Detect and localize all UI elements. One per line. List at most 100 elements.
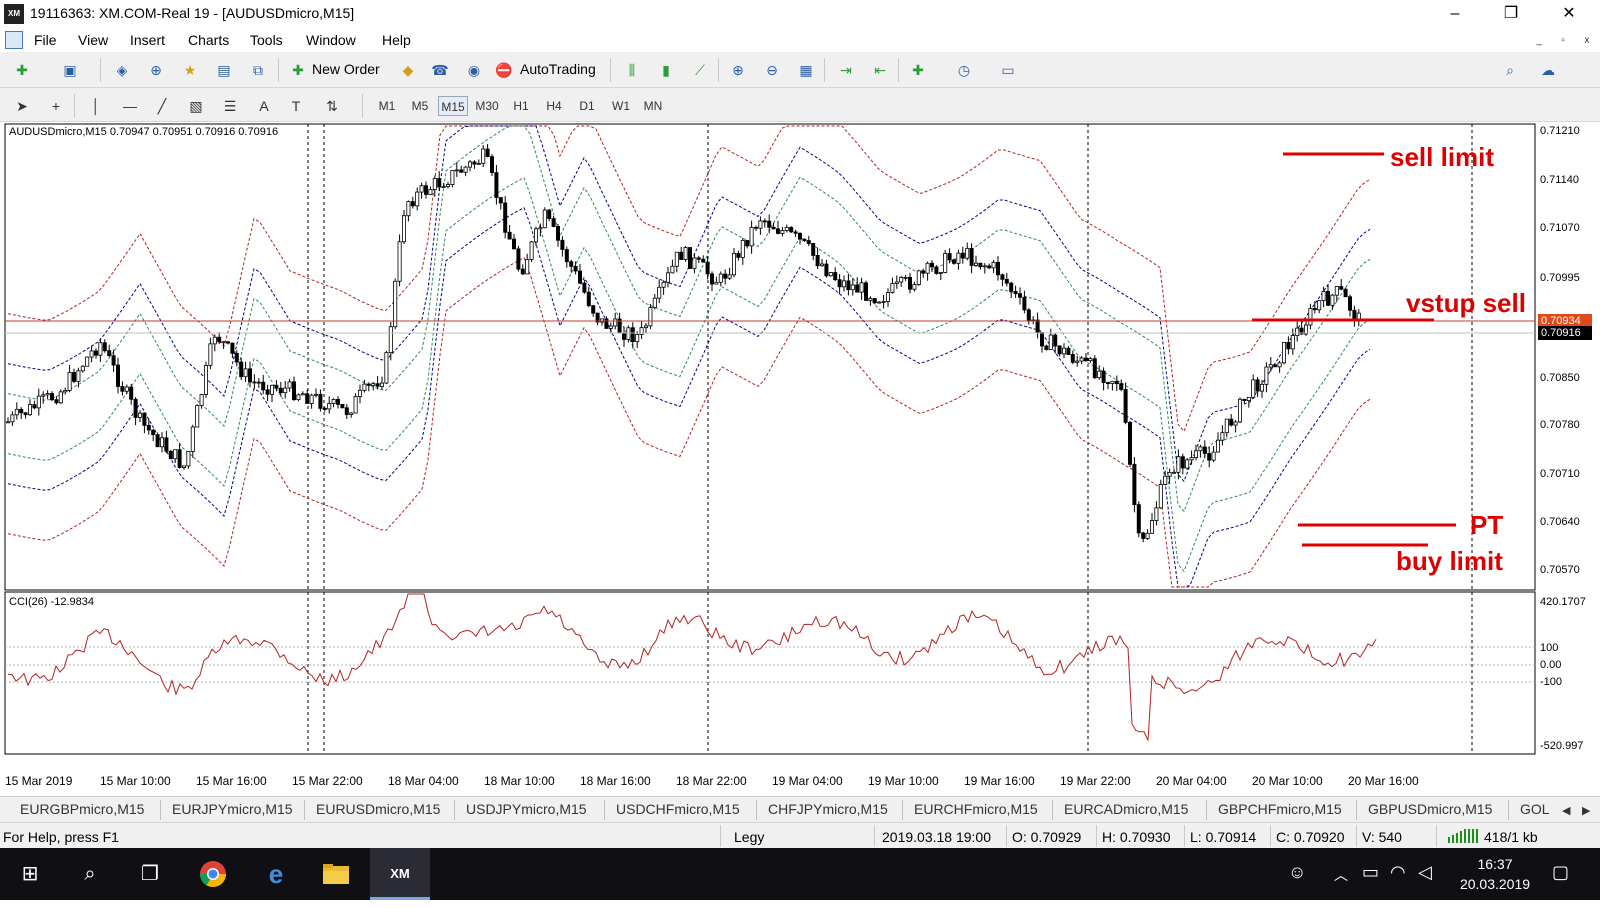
volume-icon[interactable]: ◁: [1418, 862, 1432, 883]
strategy-tester-button[interactable]: ⧉: [246, 60, 270, 80]
search-taskbar-button[interactable]: ⌕: [60, 848, 120, 900]
candle-body: [1330, 294, 1335, 306]
templates-button[interactable]: ▭: [996, 60, 1020, 80]
task-view-button[interactable]: ❐: [120, 848, 180, 900]
explorer-taskbar-button[interactable]: [306, 848, 366, 900]
tab-usdchf[interactable]: USDCHFmicro,M15: [616, 801, 740, 817]
tab-eurgbp[interactable]: EURGBPmicro,M15: [20, 801, 144, 817]
bar-chart-button[interactable]: ⫼: [620, 60, 644, 80]
arrows-button[interactable]: ⇅: [320, 96, 344, 116]
text-button[interactable]: A: [252, 96, 276, 116]
tab-gold[interactable]: GOL: [1520, 801, 1550, 817]
document-icon[interactable]: [5, 31, 23, 49]
tab-gbpchf[interactable]: GBPCHFmicro,M15: [1218, 801, 1342, 817]
notifications-icon[interactable]: ▢: [1552, 862, 1569, 883]
xm-taskbar-button[interactable]: XM: [370, 848, 430, 900]
menu-tools[interactable]: Tools: [250, 32, 283, 48]
navigator-button[interactable]: ★: [178, 60, 202, 80]
menu-charts[interactable]: Charts: [188, 32, 229, 48]
edge-taskbar-button[interactable]: e: [246, 848, 306, 900]
tab-eurcad[interactable]: EURCADmicro,M15: [1064, 801, 1188, 817]
maximize-button[interactable]: ❐: [1488, 2, 1534, 26]
minimize-button[interactable]: –: [1432, 2, 1478, 26]
tf-m15[interactable]: M15: [438, 96, 468, 116]
clock-time[interactable]: 16:37: [1450, 856, 1540, 872]
candle-body: [1326, 291, 1331, 306]
mdi-minimize-button[interactable]: _: [1530, 33, 1548, 49]
tab-chfjpy[interactable]: CHFJPYmicro,M15: [768, 801, 888, 817]
tile-windows-button[interactable]: ▦: [794, 60, 818, 80]
tf-m1[interactable]: M1: [372, 96, 402, 116]
tab-eurchf[interactable]: EURCHFmicro,M15: [914, 801, 1038, 817]
tf-h4[interactable]: H4: [539, 96, 569, 116]
candle-body: [375, 383, 380, 387]
close-button[interactable]: ✕: [1546, 2, 1592, 26]
metaeditor-button[interactable]: ◆: [396, 60, 420, 80]
menu-window[interactable]: Window: [306, 32, 356, 48]
price-chart[interactable]: [0, 122, 1600, 796]
upper-band-blue: [7, 125, 1371, 483]
candle-body: [362, 383, 367, 391]
time-axis-label: 18 Mar 04:00: [388, 774, 459, 788]
mdi-close-button[interactable]: x: [1578, 33, 1596, 49]
search-button[interactable]: ⌕: [1498, 60, 1522, 80]
chrome-taskbar-button[interactable]: [183, 848, 243, 900]
tf-m5[interactable]: M5: [405, 96, 435, 116]
start-button[interactable]: ⊞: [0, 848, 60, 900]
chat-button[interactable]: ☁: [1536, 60, 1560, 80]
autotrading-button[interactable]: AutoTrading: [520, 61, 596, 77]
menu-file[interactable]: File: [34, 32, 57, 48]
zoom-out-button[interactable]: ⊖: [760, 60, 784, 80]
crosshair-button[interactable]: +: [44, 96, 68, 116]
auto-scroll-button[interactable]: ⇥: [834, 60, 858, 80]
tab-scroll-left-icon[interactable]: ◀: [1562, 804, 1570, 817]
tab-usdjpy[interactable]: USDJPYmicro,M15: [466, 801, 587, 817]
signals-button[interactable]: ◉: [462, 60, 486, 80]
tab-eurjpy[interactable]: EURJPYmicro,M15: [172, 801, 293, 817]
candle-body: [503, 202, 508, 233]
candle-body: [256, 381, 261, 384]
menu-view[interactable]: View: [78, 32, 108, 48]
community-button[interactable]: ☎: [428, 60, 452, 80]
chart-shift-button[interactable]: ⇤: [868, 60, 892, 80]
mdi-restore-button[interactable]: ▫: [1554, 33, 1572, 49]
market-watch-button[interactable]: ◈: [110, 60, 134, 80]
new-order-button[interactable]: New Order: [312, 61, 380, 77]
new-chart-button[interactable]: ✚: [10, 60, 34, 80]
candle-body: [916, 270, 921, 285]
tf-d1[interactable]: D1: [572, 96, 602, 116]
horizontal-line-button[interactable]: —: [118, 96, 142, 116]
line-chart-button[interactable]: ⟋: [688, 60, 712, 80]
cursor-button[interactable]: ➤: [10, 96, 34, 116]
menu-help[interactable]: Help: [382, 32, 411, 48]
text-label-button[interactable]: T: [284, 96, 308, 116]
wifi-icon[interactable]: ◠: [1390, 862, 1406, 883]
tab-scroll-right-icon[interactable]: ▶: [1582, 804, 1590, 817]
tray-chevron-icon[interactable]: ︿: [1334, 865, 1348, 885]
channel-button[interactable]: ▧: [184, 96, 208, 116]
battery-icon[interactable]: ▭: [1362, 862, 1379, 883]
chart-window[interactable]: AUDUSDmicro,M15 0.70947 0.70951 0.70916 …: [0, 122, 1600, 796]
tab-gbpusd[interactable]: GBPUSDmicro,M15: [1368, 801, 1492, 817]
profiles-button[interactable]: ▣: [58, 60, 82, 80]
tf-w1[interactable]: W1: [606, 96, 636, 116]
trendline-button[interactable]: ╱: [150, 96, 174, 116]
new-order-icon-button[interactable]: ✚: [286, 60, 310, 80]
zoom-in-button[interactable]: ⊕: [726, 60, 750, 80]
fibonacci-button[interactable]: ☰: [218, 96, 242, 116]
tab-eurusd[interactable]: EURUSDmicro,M15: [316, 801, 440, 817]
data-window-button[interactable]: ⊕: [144, 60, 168, 80]
indicators-button[interactable]: ✚: [906, 60, 930, 80]
autotrading-icon-button[interactable]: ⛔: [492, 60, 516, 80]
tf-m30[interactable]: M30: [472, 96, 502, 116]
line-chart-icon: ⟋: [695, 62, 705, 78]
tf-h1[interactable]: H1: [506, 96, 536, 116]
tf-mn[interactable]: MN: [638, 96, 668, 116]
menu-insert[interactable]: Insert: [130, 32, 165, 48]
candlestick-button[interactable]: ▮: [654, 60, 678, 80]
terminal-button[interactable]: ▤: [212, 60, 236, 80]
periods-button[interactable]: ◷: [952, 60, 976, 80]
vertical-line-button[interactable]: │: [84, 96, 108, 116]
clock-date[interactable]: 20.03.2019: [1450, 876, 1540, 892]
people-icon[interactable]: ☺: [1288, 862, 1306, 883]
